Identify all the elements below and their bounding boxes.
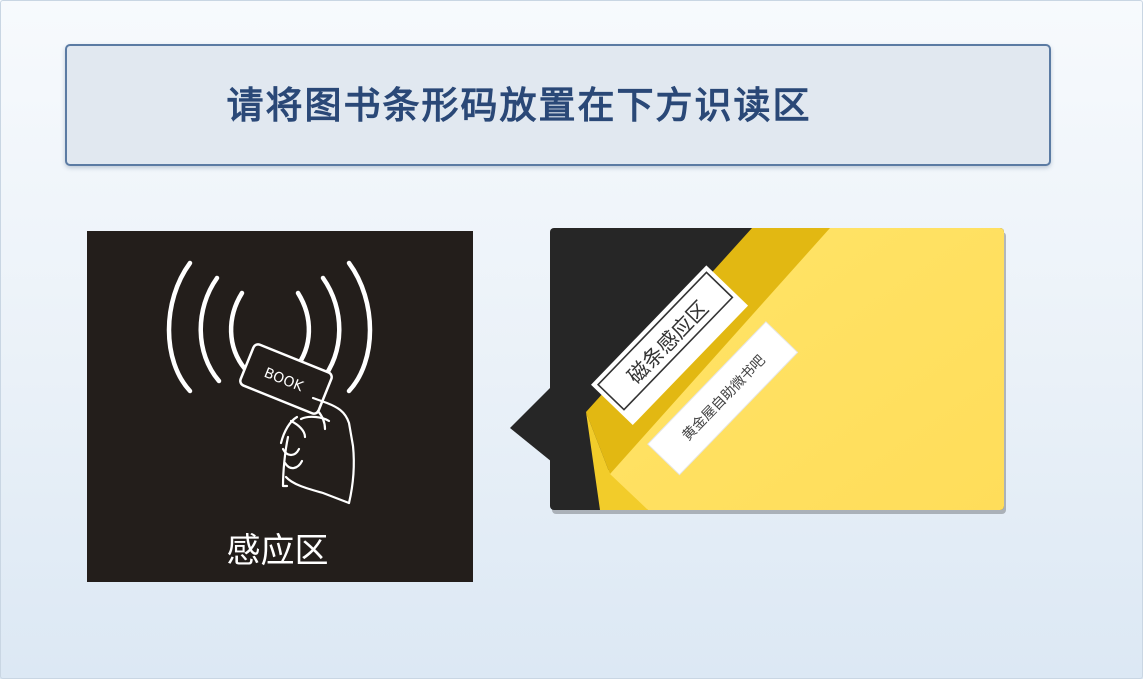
callout-pointer: [510, 386, 552, 462]
instruction-banner: 请将图书条形码放置在下方识读区: [65, 44, 1051, 166]
book-strip-illustration: 磁条感应区 黄金屋自助微书吧: [510, 228, 1006, 514]
sensor-area-label: 感应区: [226, 531, 329, 571]
instruction-text: 请将图书条形码放置在下方识读区: [226, 84, 812, 127]
sensor-area-panel: BOOK 感应区: [87, 231, 473, 582]
hand-holding-card-icon: BOOK: [239, 343, 355, 505]
